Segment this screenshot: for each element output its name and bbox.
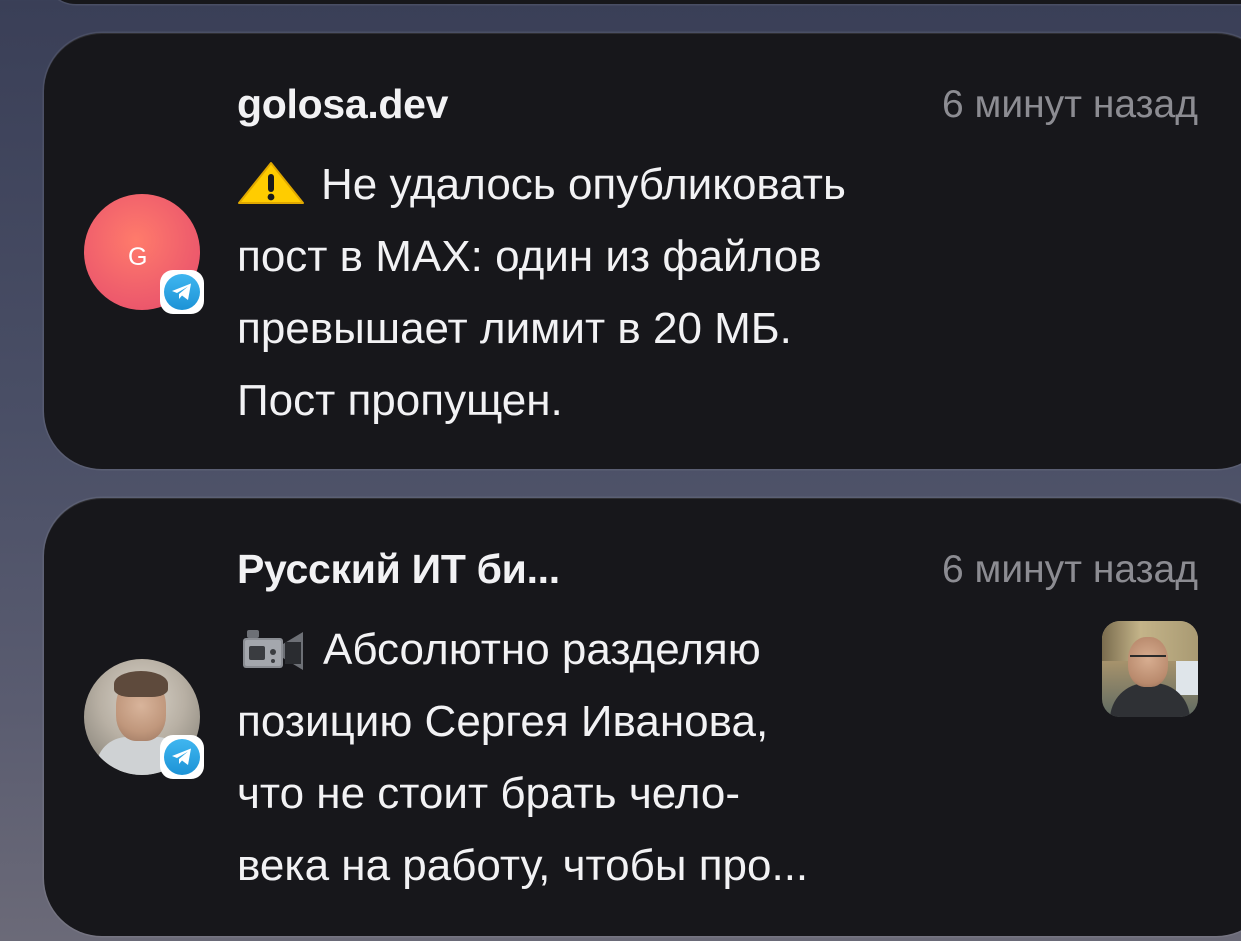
telegram-icon bbox=[160, 270, 204, 314]
avatar-letter: G bbox=[128, 243, 149, 271]
notification-title: Русский ИТ би... bbox=[237, 546, 560, 592]
media-thumbnail[interactable] bbox=[1102, 621, 1198, 717]
body-line: позицию Сергея Иванова, bbox=[237, 697, 769, 746]
telegram-icon bbox=[160, 735, 204, 779]
body-line: века на работу, чтобы про... bbox=[237, 841, 809, 890]
body-line: что не стоит брать чело- bbox=[237, 769, 741, 818]
video-camera-icon bbox=[243, 630, 303, 670]
notification-body: Не удалось опубликовать пост в MAX: один… bbox=[237, 149, 846, 437]
body-line: превышает лимит в 20 МБ. bbox=[237, 304, 792, 353]
sender-avatar bbox=[84, 659, 204, 779]
notification-time: 6 минут назад bbox=[942, 548, 1198, 591]
warning-icon bbox=[238, 162, 304, 204]
body-line: Пост пропущен. bbox=[237, 376, 563, 425]
notification-title: golosa.dev bbox=[237, 81, 449, 127]
body-line: Абсолютно разделяю bbox=[237, 614, 808, 686]
body-line: Не удалось опубликовать bbox=[237, 149, 846, 221]
body-line: пост в MAX: один из файлов bbox=[237, 232, 822, 281]
body-line-text: Не удалось опубликовать bbox=[321, 160, 846, 209]
body-line-text: Абсолютно разделяю bbox=[323, 625, 761, 674]
notification-card-russian-it[interactable]: Русский ИТ би... 6 минут назад Абсолютно… bbox=[44, 498, 1241, 936]
notification-card-golosa[interactable]: G golosa.dev 6 минут назад Не удалось оп… bbox=[44, 33, 1241, 469]
notification-body: Абсолютно разделяю позицию Сергея Иванов… bbox=[237, 614, 808, 902]
previous-notification-card[interactable] bbox=[44, 0, 1241, 4]
sender-avatar: G bbox=[84, 194, 204, 314]
notification-time: 6 минут назад bbox=[942, 83, 1198, 126]
